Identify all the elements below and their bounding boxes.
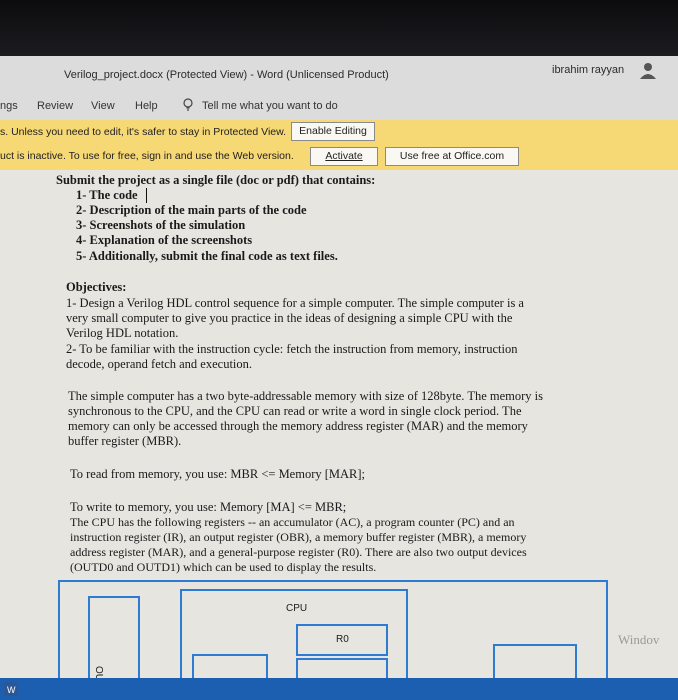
activate-button[interactable]: Activate	[310, 147, 378, 166]
memory-paragraph-line: The simple computer has a two byte-addre…	[68, 389, 543, 403]
document-page[interactable]: Submit the project as a single file (doc…	[0, 170, 678, 700]
registers-line: (OUTD0 and OUTD1) which can be used to d…	[70, 560, 377, 574]
license-message: uct is inactive. To use for free, sign i…	[0, 150, 294, 162]
memory-paragraph-line: buffer register (MBR).	[68, 434, 182, 448]
registers-line: address register (MAR), and a general-pu…	[70, 545, 527, 559]
bezel	[0, 0, 678, 56]
objective-line: Verilog HDL notation.	[66, 326, 179, 340]
title-bar: Verilog_project.docx (Protected View) - …	[0, 56, 678, 90]
enable-editing-button[interactable]: Enable Editing	[291, 122, 375, 141]
r0-register-box: R0	[296, 624, 388, 656]
registers-line: instruction register (IR), an output reg…	[70, 530, 527, 544]
submit-item-5: 5- Additionally, submit the final code a…	[76, 249, 338, 263]
user-avatar-icon[interactable]	[638, 60, 658, 80]
tab-help[interactable]: Help	[135, 100, 158, 112]
tab-partial[interactable]: ngs	[0, 100, 18, 112]
objective-line: 2- To be familiar with the instruction c…	[66, 342, 518, 356]
license-bar: uct is inactive. To use for free, sign i…	[0, 144, 678, 170]
registers-line: The CPU has the following registers -- a…	[70, 515, 515, 529]
cpu-label: CPU	[286, 603, 308, 614]
objectives-heading: Objectives:	[66, 280, 127, 294]
use-web-version-button[interactable]: Use free at Office.com	[385, 147, 519, 166]
r0-label: R0	[336, 634, 349, 645]
objective-line: decode, operand fetch and execution.	[66, 357, 253, 371]
memory-paragraph-line: synchronous to the CPU, and the CPU can …	[68, 404, 522, 418]
read-memory-line: To read from memory, you use: MBR <= Mem…	[70, 467, 366, 481]
user-name[interactable]: ibrahim rayyan	[552, 64, 624, 76]
activate-windows-watermark: Windov	[618, 632, 660, 647]
objective-line: 1- Design a Verilog HDL control sequence…	[66, 296, 524, 310]
memory-paragraph-line: memory can only be accessed through the …	[68, 419, 528, 433]
write-memory-line: To write to memory, you use: Memory [MA]…	[70, 500, 347, 514]
text-cursor	[146, 188, 147, 203]
lightbulb-icon	[183, 98, 193, 111]
document-title: Verilog_project.docx (Protected View) - …	[64, 69, 389, 81]
tab-view[interactable]: View	[91, 100, 115, 112]
protected-view-bar: s. Unless you need to edit, it's safer t…	[0, 120, 678, 144]
submit-item-3: 3- Screenshots of the simulation	[76, 218, 246, 232]
submit-item-4: 4- Explanation of the screenshots	[76, 233, 253, 247]
submit-item-1: 1- The code	[76, 188, 138, 202]
word-app-icon[interactable]: W	[4, 682, 18, 696]
tell-me-search[interactable]: Tell me what you want to do	[202, 100, 338, 112]
submit-heading: Submit the project as a single file (doc…	[56, 173, 376, 187]
word-window: Verilog_project.docx (Protected View) - …	[0, 0, 678, 700]
submit-item-2: 2- Description of the main parts of the …	[76, 203, 307, 217]
protected-view-message: s. Unless you need to edit, it's safer t…	[0, 126, 287, 138]
svg-text:W: W	[7, 685, 16, 695]
tab-review[interactable]: Review	[37, 100, 73, 112]
objective-line: very small computer to give you practice…	[66, 311, 513, 325]
ribbon-tabs: ngs Review View Help Tell me what you wa…	[0, 90, 678, 120]
taskbar: W	[0, 678, 678, 700]
